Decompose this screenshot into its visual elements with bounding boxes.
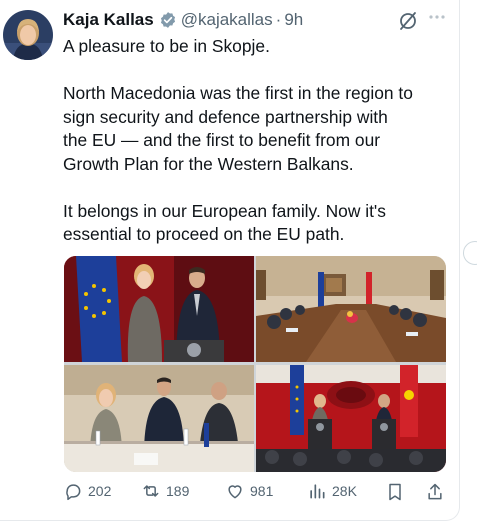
- author-name[interactable]: Kaja Kallas: [63, 10, 154, 30]
- photo-press-podiums[interactable]: [256, 365, 446, 472]
- tweet-line: Growth Plan for the Western Balkans.: [63, 153, 354, 174]
- author-handle[interactable]: @kajakallas: [181, 10, 273, 30]
- more-icon[interactable]: [426, 7, 448, 27]
- photo-meeting[interactable]: [64, 365, 254, 472]
- timestamp[interactable]: 9h: [284, 10, 303, 30]
- tweet-card[interactable]: Kaja Kallas @kajakallas · 9h A pleasure …: [0, 0, 460, 521]
- repost-button[interactable]: 189: [141, 481, 189, 501]
- photo-handshake[interactable]: [64, 256, 254, 362]
- scroll-side-button[interactable]: [463, 241, 477, 265]
- photo-conference-table[interactable]: [256, 256, 446, 362]
- views-icon: [310, 484, 325, 499]
- verified-badge-icon: [160, 12, 175, 28]
- like-count: 981: [250, 483, 274, 499]
- tweet-line: sign security and defence partnership wi…: [63, 106, 388, 127]
- tweet-line: A pleasure to be in Skopje.: [63, 36, 270, 56]
- reply-button[interactable]: 202: [63, 481, 111, 501]
- repost-count: 189: [166, 483, 190, 499]
- tweet-text: A pleasure to be in Skopje. North Macedo…: [63, 35, 453, 247]
- tweet-line: the EU — and the first to benefit from o…: [63, 130, 381, 150]
- tweet-line: North Macedonia was the first in the reg…: [63, 83, 413, 103]
- bookmark-icon[interactable]: [385, 482, 405, 502]
- views-count: 28K: [332, 483, 357, 499]
- views-button[interactable]: 28K: [307, 481, 357, 501]
- tweet-line: It belongs in our European family. Now i…: [63, 200, 386, 221]
- share-icon[interactable]: [425, 482, 445, 502]
- separator-dot: ·: [275, 10, 282, 29]
- tweet-header: Kaja Kallas @kajakallas · 9h: [63, 9, 303, 31]
- tweet-line: essential to proceed on the EU path.: [63, 224, 345, 244]
- media-grid[interactable]: [64, 256, 446, 472]
- tweet-actions: 202 189 981 28K: [63, 478, 453, 506]
- like-button[interactable]: 981: [225, 481, 273, 501]
- grok-icon[interactable]: [397, 10, 419, 32]
- reply-count: 202: [88, 483, 112, 499]
- like-icon: [228, 485, 242, 499]
- repost-icon: [143, 485, 159, 497]
- reply-icon: [66, 484, 81, 501]
- avatar[interactable]: [3, 10, 53, 60]
